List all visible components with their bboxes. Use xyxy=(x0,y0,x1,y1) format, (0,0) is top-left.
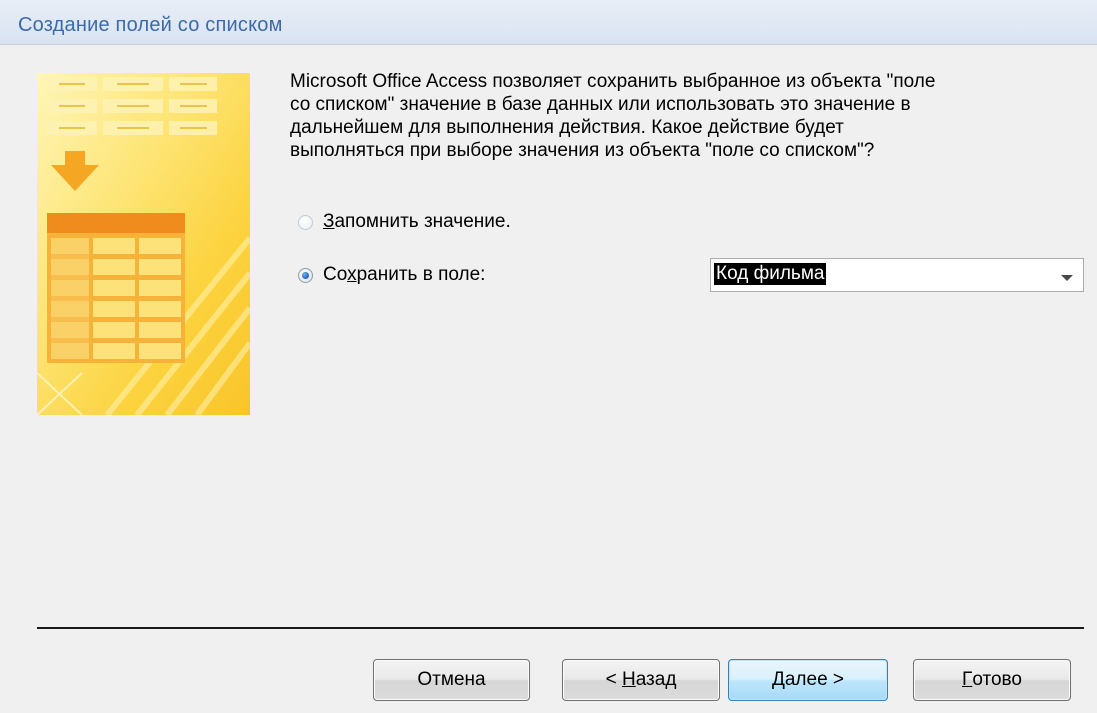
finish-button-label: отово xyxy=(972,669,1022,690)
button-area-divider xyxy=(37,627,1084,629)
remember-value-radio[interactable] xyxy=(298,214,313,230)
field-select-value: Код фильма xyxy=(714,263,827,285)
dialog-title: Создание полей со списком xyxy=(18,14,283,36)
back-button-label: азад xyxy=(635,669,677,690)
store-in-field-radio[interactable] xyxy=(298,267,313,283)
combo-box-wizard-dialog: Создание полей со списком Microsoft Offi… xyxy=(0,0,1097,713)
chevron-down-icon[interactable] xyxy=(1061,275,1073,281)
next-button-mnemonic: Д xyxy=(771,669,785,690)
store-in-field-option[interactable]: Сохранить в поле: xyxy=(298,262,485,288)
cancel-button[interactable]: Отмена xyxy=(373,659,530,701)
store-in-field-label: Сохранить в поле: xyxy=(323,264,486,285)
field-select-dropdown[interactable]: Код фильма xyxy=(710,258,1084,292)
back-button-mnemonic: Н xyxy=(621,669,636,690)
next-button[interactable]: Далее > xyxy=(728,659,888,701)
finish-button[interactable]: Готово xyxy=(913,659,1071,701)
next-button-label: алее > xyxy=(784,669,845,690)
finish-button-mnemonic: Г xyxy=(962,669,973,690)
wizard-table-illustration xyxy=(37,73,250,415)
remember-value-option[interactable]: Запомнить значение. xyxy=(298,209,511,235)
remember-value-label: Запомнить значение. xyxy=(323,211,511,232)
back-button[interactable]: < Назад xyxy=(562,659,720,701)
back-button-prefix: < xyxy=(605,669,617,690)
wizard-prompt-text: Microsoft Office Access позволяет сохран… xyxy=(290,71,936,161)
title-bar: Создание полей со списком xyxy=(0,0,1097,45)
